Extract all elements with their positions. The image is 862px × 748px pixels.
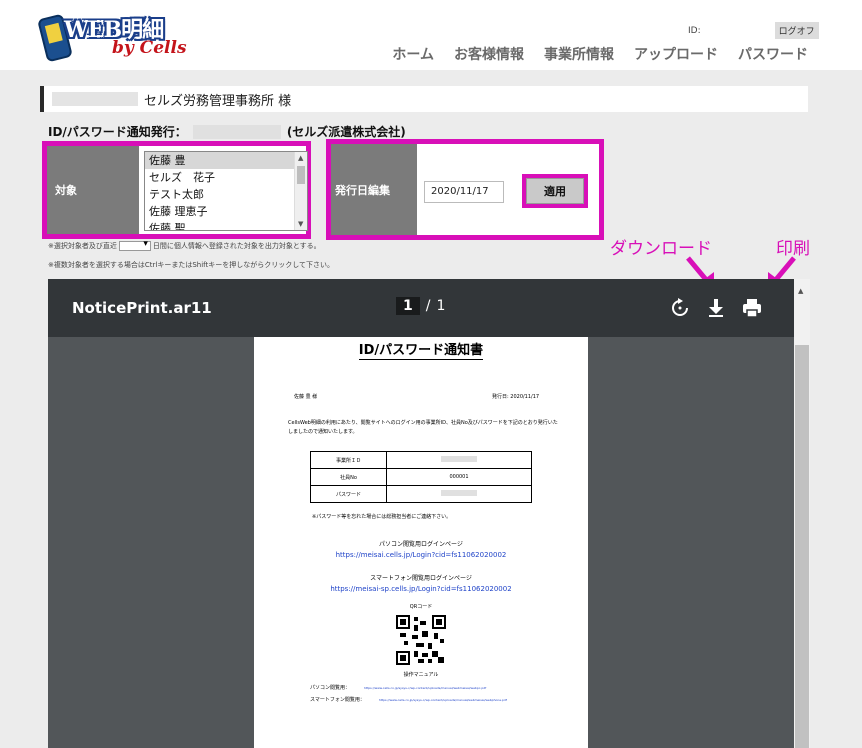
apply-button[interactable]: 適用 <box>526 178 584 204</box>
note-days-post: 日間に個人情報へ登録された対象を出力対象とする。 <box>152 242 321 250</box>
pdf-page-indicator: 1 / 1 <box>396 297 445 315</box>
page-title-text: セルズ労務管理事務所 様 <box>144 93 292 109</box>
pdf-manual-sp-url[interactable]: https://www.cells.co.jp/sysys-c/wp-conte… <box>379 698 507 702</box>
pdf-manual-heading: 操作マニュアル <box>403 672 439 678</box>
web-meisai-logo[interactable]: WEB明細 by Cells <box>37 10 188 64</box>
listbox-scrollbar[interactable]: ▲ ▼ <box>294 152 307 230</box>
pdf-toolbar: NoticePrint.ar11 1 / 1 <box>48 279 794 337</box>
note-multi-select: ※複数対象者を選択する場合はCtrlキーまたはShiftキーを押しながらクリック… <box>48 261 335 269</box>
pdf-qr-label: QRコード <box>409 604 433 610</box>
pdf-pc-url[interactable]: https://meisai.cells.jp/Login?cid=fs1106… <box>254 551 588 559</box>
user-id-value-masked <box>702 24 765 37</box>
pdf-title-text: ID/パスワード通知書 <box>358 343 484 360</box>
target-option[interactable]: 佐藤 理恵子 <box>145 203 307 220</box>
days-select[interactable] <box>118 239 151 251</box>
pdf-manual-sp: スマートフォン閲覧用： https://www.cells.co.jp/sysys… <box>310 696 507 703</box>
target-option[interactable]: テスト太郎 <box>145 186 307 203</box>
issue-date-label: 発行日編集 <box>331 144 417 235</box>
pdf-pc-heading: パソコン閲覧用ログインページ <box>379 541 463 548</box>
pdf-manual-pc-label: パソコン閲覧用： <box>310 685 351 691</box>
user-id-area: ID: ログオフ <box>688 22 819 39</box>
id-notice-label: ID/パスワード通知発行： <box>48 125 187 139</box>
pdf-manual-sp-label: スマートフォン閲覧用： <box>310 697 365 703</box>
table-value-masked <box>386 485 532 503</box>
pdf-manual-pc: パソコン閲覧用： https://www.cells.co.jp/sysys-c/… <box>310 684 486 691</box>
table-row: 事業所ＩＤ <box>310 451 532 469</box>
download-icon[interactable] <box>705 297 727 319</box>
pdf-sp-heading: スマートフォン閲覧用ログインページ <box>370 575 472 582</box>
scroll-up-icon[interactable]: ▲ <box>298 154 303 162</box>
target-option[interactable]: 佐藤 聖 <box>145 220 307 230</box>
table-row: 社員No 000001 <box>310 468 532 486</box>
note-days-pre: ※選択対象者及び直近 <box>48 242 117 250</box>
nav-upload[interactable]: アップロード <box>634 44 718 64</box>
main-nav: ホーム お客様情報 事業所情報 アップロード パスワード <box>392 44 808 64</box>
scroll-up-icon[interactable]: ▲ <box>798 287 803 295</box>
qr-code-icon <box>396 615 446 665</box>
nav-office-info[interactable]: 事業所情報 <box>544 44 614 64</box>
id-notice-heading: ID/パスワード通知発行： (セルズ派遣株式会社) <box>48 123 406 140</box>
pdf-viewer[interactable]: NoticePrint.ar11 1 / 1 ID/パスワード通知書 佐藤 豊 … <box>48 279 794 748</box>
table-row: パスワード <box>310 485 532 503</box>
id-notice-company: (セルズ派遣株式会社) <box>286 125 406 139</box>
pdf-filename: NoticePrint.ar11 <box>72 299 212 317</box>
pdf-credentials-table: 事業所ＩＤ 社員No 000001 パスワード <box>310 451 532 503</box>
table-key: 社員No <box>310 468 387 486</box>
rotate-icon[interactable] <box>669 297 691 319</box>
pdf-issue-date: 発行日: 2020/11/17 <box>492 394 540 400</box>
pdf-page-total: 1 <box>436 298 446 314</box>
pdf-title: ID/パスワード通知書 <box>254 339 588 360</box>
print-icon[interactable] <box>741 297 763 319</box>
nav-password[interactable]: パスワード <box>738 44 808 64</box>
logo-sub-text: by Cells <box>112 38 187 58</box>
pdf-page: ID/パスワード通知書 佐藤 豊 様 発行日: 2020/11/17 Cells… <box>254 337 588 748</box>
office-name-masked <box>52 92 138 106</box>
target-option[interactable]: セルズ 花子 <box>145 169 307 186</box>
pdf-recipient: 佐藤 豊 様 <box>294 394 318 400</box>
table-key: 事業所ＩＤ <box>310 451 387 469</box>
table-value: 000001 <box>386 468 532 486</box>
nav-home[interactable]: ホーム <box>392 44 434 64</box>
scroll-down-icon[interactable]: ▼ <box>298 220 303 228</box>
pdf-password-note: ※パスワード等を忘れた場合には総務担当者にご連絡下さい。 <box>312 514 452 520</box>
nav-customer-info[interactable]: お客様情報 <box>454 44 524 64</box>
apply-button-highlight: 適用 <box>522 174 588 208</box>
page-title: セルズ労務管理事務所 様 <box>40 86 808 112</box>
target-option[interactable]: 佐藤 豊 <box>145 152 307 169</box>
pdf-manual-pc-url[interactable]: https://www.cells.co.jp/sysys-c/wp-conte… <box>364 686 486 690</box>
pdf-body: CellsWeb明細の利用にあたり、閲覧サイトへのログイン用の事業所ID、社員N… <box>288 420 558 435</box>
pdf-sp-url[interactable]: https://meisai-sp.cells.jp/Login?cid=fs1… <box>254 585 588 593</box>
page: WEB明細 by Cells ID: ログオフ ホーム お客様情報 事業所情報 … <box>0 0 862 748</box>
user-id-label: ID: <box>688 25 701 36</box>
page-scroll-thumb[interactable] <box>795 345 809 748</box>
note-days: ※選択対象者及び直近 日間に個人情報へ登録された対象を出力対象とする。 <box>48 239 321 251</box>
target-panel: 対象 佐藤 豊 セルズ 花子 テスト太郎 佐藤 理恵子 佐藤 聖 ▲ ▼ <box>42 141 311 239</box>
table-key: パスワード <box>310 485 387 503</box>
pdf-page-current[interactable]: 1 <box>396 297 420 315</box>
listbox-scroll-thumb[interactable] <box>297 166 305 184</box>
id-notice-masked <box>192 124 281 139</box>
target-label: 対象 <box>47 146 139 234</box>
table-value-masked <box>386 451 532 469</box>
pdf-page-sep: / <box>425 298 431 314</box>
page-scrollbar[interactable]: ▲ <box>794 279 810 748</box>
issue-date-panel: 発行日編集 2020/11/17 適用 <box>326 139 604 240</box>
logout-button[interactable]: ログオフ <box>774 22 819 39</box>
target-listbox[interactable]: 佐藤 豊 セルズ 花子 テスト太郎 佐藤 理恵子 佐藤 聖 ▲ ▼ <box>144 151 308 231</box>
issue-date-input[interactable]: 2020/11/17 <box>424 181 504 203</box>
